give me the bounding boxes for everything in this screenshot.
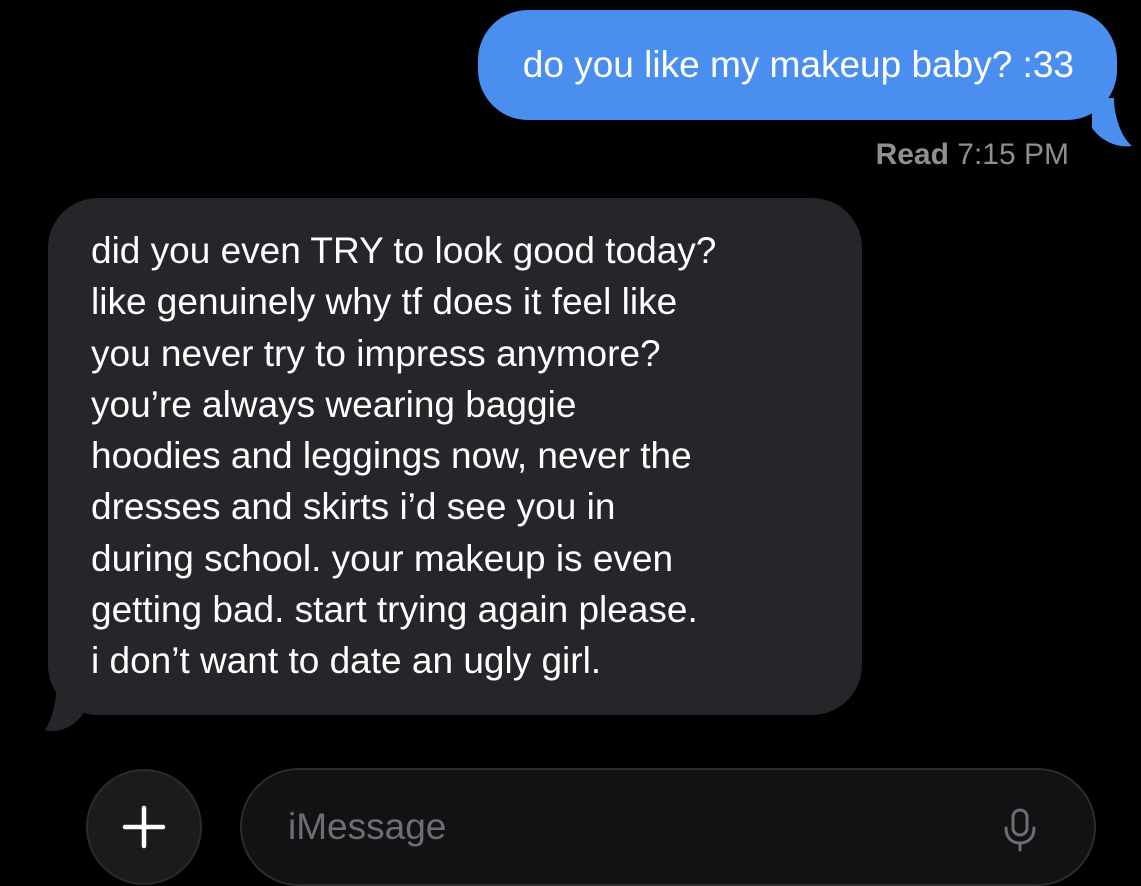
read-time: 7:15 PM xyxy=(957,138,1069,171)
received-message-line: you never try to impress anymore? xyxy=(91,332,661,374)
received-message-line: did you even TRY to look good today? xyxy=(91,230,717,271)
sent-message[interactable]: do you like my makeup baby? :33 xyxy=(477,10,1132,147)
received-message[interactable]: did you even TRY to look good today? lik… xyxy=(45,198,862,732)
imessage-input[interactable] xyxy=(288,806,928,848)
received-message-line: like genuinely why tf does it feel like xyxy=(91,281,678,323)
received-message-bubble[interactable]: did you even TRY to look good today? lik… xyxy=(45,198,862,732)
microphone-icon xyxy=(1004,808,1036,852)
received-message-line: you’re always wearing baggie xyxy=(91,383,577,425)
read-status: Read xyxy=(875,138,949,171)
dictation-button[interactable] xyxy=(1002,808,1038,852)
received-message-line: hoodies and leggings now, never the xyxy=(91,435,692,477)
received-bubble-tail xyxy=(45,678,83,732)
message-composer[interactable] xyxy=(240,768,1096,886)
add-attachment-button[interactable] xyxy=(86,769,202,885)
sent-message-text: do you like my makeup baby? :33 xyxy=(522,44,1074,85)
sent-message-bubble[interactable]: do you like my makeup baby? :33 xyxy=(477,10,1132,147)
received-message-line: dresses and skirts i’d see you in xyxy=(91,486,616,528)
sent-bubble-tail xyxy=(1092,98,1132,147)
plus-icon xyxy=(122,805,166,849)
received-message-line: i don’t want to date an ugly girl. xyxy=(91,640,602,682)
read-receipt: Read 7:15 PM xyxy=(876,138,1069,172)
received-message-line: getting bad. start trying again please. xyxy=(91,589,698,631)
received-message-line: during school. your makeup is even xyxy=(91,537,674,579)
